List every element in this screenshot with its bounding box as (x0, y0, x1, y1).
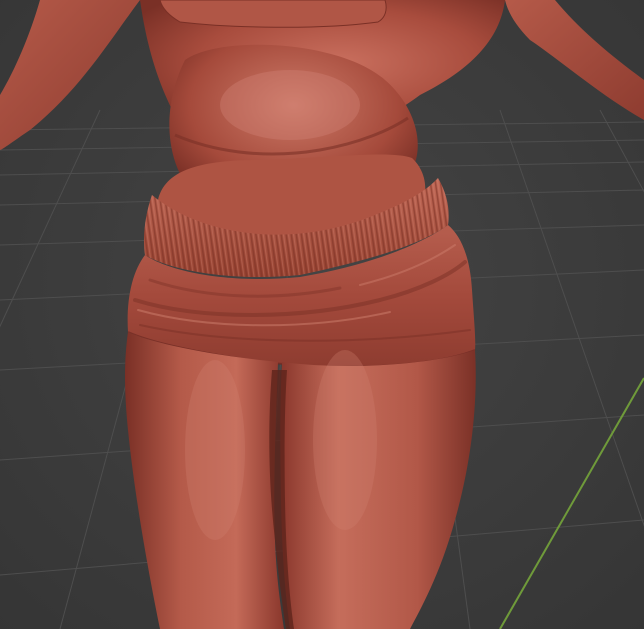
viewport-canvas[interactable] (0, 0, 644, 629)
right-thigh-highlight (313, 350, 377, 530)
3d-viewport[interactable] (0, 0, 644, 629)
belly-highlight (220, 70, 360, 140)
left-thigh-highlight (185, 360, 245, 540)
top-garment-hem (159, 0, 387, 28)
